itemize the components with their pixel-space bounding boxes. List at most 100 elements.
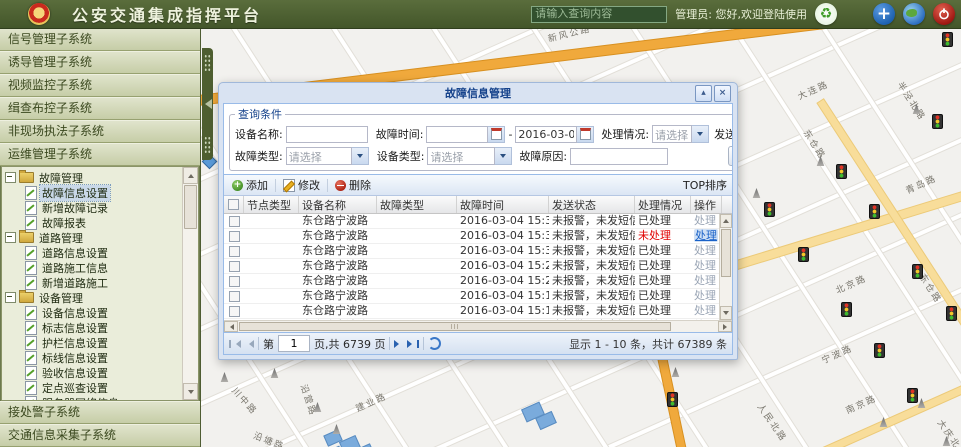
scroll-up-icon[interactable]: [183, 167, 198, 184]
row-checkbox[interactable]: [229, 246, 240, 257]
fault-time-to-input[interactable]: [515, 126, 577, 143]
table-row[interactable]: 东仓路宁波路 2016-03-04 15:17:01 未报警，未发短信 已处理 …: [224, 304, 732, 319]
tree-leaf-new-fault-record[interactable]: 新增故障记录: [5, 200, 182, 215]
tree-folder-road-mgmt[interactable]: 道路管理: [5, 230, 182, 245]
collapse-icon[interactable]: [5, 232, 16, 243]
sidebar-item-guidance-mgmt[interactable]: 诱导管理子系统: [0, 51, 200, 74]
camera-icon[interactable]: [671, 367, 680, 377]
collapse-icon[interactable]: [5, 172, 16, 183]
scrollbar-thumb[interactable]: [184, 185, 197, 229]
search-button[interactable]: 查询: [728, 146, 733, 166]
recycle-icon[interactable]: ♻: [815, 3, 837, 25]
close-dialog-icon[interactable]: ×: [714, 85, 731, 102]
handle-link[interactable]: 处理: [694, 214, 716, 227]
select-all-checkbox[interactable]: [228, 199, 239, 210]
handle-link[interactable]: 处理: [694, 289, 716, 302]
handle-status-select[interactable]: 请选择: [652, 125, 709, 143]
grid-horizontal-scrollbar[interactable]: [224, 320, 732, 332]
traffic-light-icon[interactable]: [841, 302, 852, 317]
scrollbar-thumb[interactable]: [721, 229, 731, 277]
col-node-type[interactable]: 节点类型: [244, 196, 299, 213]
refresh-icon[interactable]: [428, 337, 441, 350]
handle-link[interactable]: 处理: [694, 244, 716, 257]
tree-leaf-sign-info-settings[interactable]: 标志信息设置: [5, 320, 182, 335]
traffic-light-icon[interactable]: [869, 204, 880, 219]
handle-link[interactable]: 处理: [694, 304, 716, 317]
fault-reason-input[interactable]: [570, 148, 668, 165]
add-button[interactable]: + 添加: [229, 177, 271, 193]
delete-button[interactable]: 删除: [332, 177, 374, 193]
tree-folder-device-mgmt[interactable]: 设备管理: [5, 290, 182, 305]
row-checkbox[interactable]: [229, 276, 240, 287]
traffic-light-icon[interactable]: [907, 388, 918, 403]
collapse-left-icon[interactable]: [200, 99, 212, 109]
grid-vertical-scrollbar[interactable]: [719, 214, 732, 320]
tree-leaf-device-info-settings[interactable]: 设备信息设置: [5, 305, 182, 320]
scroll-down-icon[interactable]: [720, 306, 732, 320]
prev-page-button[interactable]: [245, 340, 254, 348]
traffic-light-icon[interactable]: [932, 114, 943, 129]
tree-leaf-new-road-construction[interactable]: 新增道路施工: [5, 275, 182, 290]
col-device-name[interactable]: 设备名称: [299, 196, 377, 213]
calendar-icon[interactable]: [488, 126, 505, 143]
map-canvas[interactable]: 新风公路 大连路 半泾北路 东仓路 青岛路 东仓路 北京路 宁波路 南京路 人民…: [200, 28, 961, 447]
map-tiles-icon[interactable]: [845, 4, 865, 24]
sidebar-item-ops-maintenance[interactable]: 运维管理子系统: [0, 143, 200, 166]
row-checkbox[interactable]: [229, 306, 240, 317]
chevron-down-icon[interactable]: [352, 147, 369, 165]
scroll-left-icon[interactable]: [224, 321, 238, 332]
first-page-button[interactable]: [229, 340, 241, 348]
col-operation[interactable]: 操作: [691, 196, 722, 213]
table-row[interactable]: 东仓路宁波路 2016-03-04 15:22:50 未报警，未发短信 已处理 …: [224, 274, 732, 289]
scroll-down-icon[interactable]: [183, 383, 198, 400]
modify-button[interactable]: 修改: [280, 177, 323, 193]
tree-leaf-fixed-point-patrol[interactable]: 定点巡查设置: [5, 380, 182, 395]
sidebar-item-video-monitor[interactable]: 视频监控子系统: [0, 74, 200, 97]
handle-link[interactable]: 处理: [694, 229, 718, 242]
col-handle-status[interactable]: 处理情况: [635, 196, 691, 213]
next-page-button[interactable]: [394, 340, 403, 348]
panel-collapse-tab[interactable]: [202, 48, 213, 160]
globe-icon[interactable]: [903, 3, 925, 25]
handle-link[interactable]: 处理: [694, 319, 716, 320]
sidebar-item-inspection-control[interactable]: 缉查布控子系统: [0, 97, 200, 120]
collapse-dialog-icon[interactable]: ▴: [695, 85, 712, 102]
row-checkbox[interactable]: [229, 291, 240, 302]
fault-type-select[interactable]: 请选择: [286, 147, 369, 165]
tree-leaf-marking-info-settings[interactable]: 标线信息设置: [5, 350, 182, 365]
dialog-titlebar[interactable]: 故障信息管理 ▴ ×: [223, 83, 733, 103]
power-logout-icon[interactable]: [933, 3, 955, 25]
collapse-icon[interactable]: [5, 292, 16, 303]
scroll-right-icon[interactable]: [718, 321, 732, 332]
traffic-light-icon[interactable]: [764, 202, 775, 217]
camera-icon[interactable]: [220, 372, 229, 382]
row-checkbox[interactable]: [229, 216, 240, 227]
device-name-input[interactable]: [286, 126, 368, 143]
tree-leaf-guardrail-info-settings[interactable]: 护栏信息设置: [5, 335, 182, 350]
traffic-light-icon[interactable]: [836, 164, 847, 179]
tree-folder-fault-mgmt[interactable]: 故障管理: [5, 170, 182, 185]
row-checkbox[interactable]: [229, 231, 240, 242]
handle-link[interactable]: 处理: [694, 259, 716, 272]
tree-leaf-road-construction-info[interactable]: 道路施工信息: [5, 260, 182, 275]
scrollbar-thumb[interactable]: [239, 322, 671, 331]
col-fault-time[interactable]: 故障时间: [457, 196, 549, 213]
device-type-select[interactable]: 请选择: [427, 147, 512, 165]
chevron-down-icon[interactable]: [495, 147, 512, 165]
traffic-light-icon[interactable]: [667, 392, 678, 407]
sidebar-item-traffic-info-collect[interactable]: 交通信息采集子系统: [0, 424, 200, 447]
traffic-light-icon[interactable]: [912, 264, 923, 279]
sidebar-item-alarm-dispatch[interactable]: 接处警子系统: [0, 401, 200, 424]
fault-time-from-input[interactable]: [426, 126, 488, 143]
table-row[interactable]: 东仓路宁波路 2016-03-04 15:17:01 未报警，未发短信 已处理 …: [224, 289, 732, 304]
traffic-light-icon[interactable]: [874, 343, 885, 358]
traffic-light-icon[interactable]: [798, 247, 809, 262]
sidebar-item-signal-mgmt[interactable]: 信号管理子系统: [0, 28, 200, 51]
col-send-status[interactable]: 发送状态: [549, 196, 635, 213]
tree-leaf-server-network-info[interactable]: 服务器网络信息: [5, 395, 182, 400]
tree-leaf-acceptance-info-settings[interactable]: 验收信息设置: [5, 365, 182, 380]
scroll-up-icon[interactable]: [720, 214, 732, 228]
plus-icon[interactable]: +: [873, 3, 895, 25]
table-row[interactable]: 东仓路宁波路 2016-03-04 15:27:00 未报警，未发短信 已处理 …: [224, 259, 732, 274]
tree-scrollbar[interactable]: [182, 167, 198, 400]
